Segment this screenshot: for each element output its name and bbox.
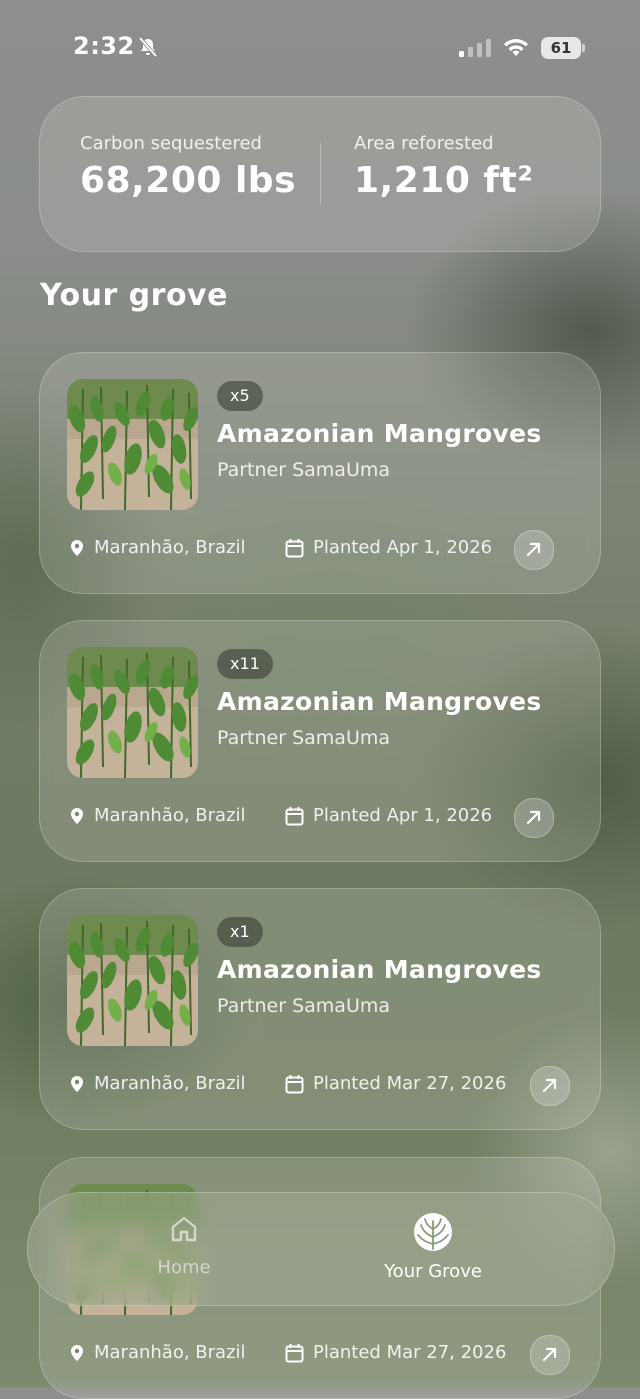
status-bar: 2:32 61 [0,0,640,96]
location: Maranhão, Brazil [69,805,246,826]
location-text: Maranhão, Brazil [94,1073,246,1094]
stats-divider [320,143,321,205]
planted-date: Planted Mar 27, 2026 [285,1073,506,1094]
location-text: Maranhão, Brazil [94,537,246,558]
carbon-stat: Carbon sequestered 68,200 lbs [80,133,296,201]
card-title: Amazonian Mangroves [217,419,542,448]
section-title: Your grove [40,278,228,313]
planted-date: Planted Apr 1, 2026 [285,805,492,826]
planted-text: Planted Mar 27, 2026 [313,1342,507,1363]
mangrove-thumbnail [67,379,198,510]
calendar-icon [285,805,304,825]
status-time: 2:32 [73,32,135,60]
planted-date: Planted Mar 27, 2026 [285,1342,506,1363]
area-value: 1,210 ft² [354,160,534,201]
planted-text: Planted Mar 27, 2026 [313,1073,507,1094]
arrow-up-right-icon [542,1078,557,1093]
tab-home[interactable]: Home [94,1213,274,1278]
open-arrow-button[interactable] [514,530,554,570]
planted-date: Planted Apr 1, 2026 [285,537,492,558]
count-badge: x11 [217,649,273,679]
tab-grove-label: Your Grove [384,1261,482,1282]
tab-your-grove[interactable]: Your Grove [343,1213,523,1282]
location: Maranhão, Brazil [69,1342,246,1363]
location-text: Maranhão, Brazil [94,1342,246,1363]
count-badge: x5 [217,381,263,411]
impact-stats-card: Carbon sequestered 68,200 lbs Area refor… [39,96,601,252]
carbon-label: Carbon sequestered [80,133,262,154]
planted-text: Planted Apr 1, 2026 [313,537,493,558]
arrow-up-right-icon [526,810,541,825]
card-partner: Partner SamaUma [217,995,391,1017]
bottom-tab-bar: Home Your Grove [27,1192,615,1306]
location: Maranhão, Brazil [69,537,246,558]
calendar-icon [285,537,304,557]
location-pin-icon [71,539,83,556]
location: Maranhão, Brazil [69,1073,246,1094]
battery-icon: 61 [541,37,587,59]
count-badge: x1 [217,917,263,947]
open-arrow-button[interactable] [530,1335,570,1375]
location-pin-icon [71,807,83,824]
mangrove-thumbnail [67,647,198,778]
grove-logo-icon [414,1213,452,1251]
wifi-icon [504,39,528,56]
tab-home-label: Home [157,1257,211,1278]
mangrove-thumbnail [67,915,198,1046]
card-title: Amazonian Mangroves [217,955,542,984]
bell-muted-icon [138,36,158,58]
area-label: Area reforested [354,133,494,154]
home-icon [171,1216,197,1242]
open-arrow-button[interactable] [514,798,554,838]
area-stat: Area reforested 1,210 ft² [354,133,534,201]
location-text: Maranhão, Brazil [94,805,246,826]
card-partner: Partner SamaUma [217,727,391,749]
calendar-icon [285,1073,304,1093]
location-pin-icon [71,1075,83,1092]
planted-text: Planted Apr 1, 2026 [313,805,493,826]
open-arrow-button[interactable] [530,1066,570,1106]
grove-card[interactable]: x11 Amazonian Mangroves Partner SamaUma … [39,620,601,862]
arrow-up-right-icon [542,1347,557,1362]
carbon-value: 68,200 lbs [80,160,296,201]
card-title: Amazonian Mangroves [217,687,542,716]
grove-card[interactable]: x5 Amazonian Mangroves Partner SamaUma M… [39,352,601,594]
grove-card[interactable]: x1 Amazonian Mangroves Partner SamaUma M… [39,888,601,1130]
battery-level: 61 [541,37,581,59]
calendar-icon [285,1342,304,1362]
cellular-signal-icon [459,39,491,57]
card-partner: Partner SamaUma [217,459,391,481]
location-pin-icon [71,1344,83,1361]
arrow-up-right-icon [526,542,541,557]
